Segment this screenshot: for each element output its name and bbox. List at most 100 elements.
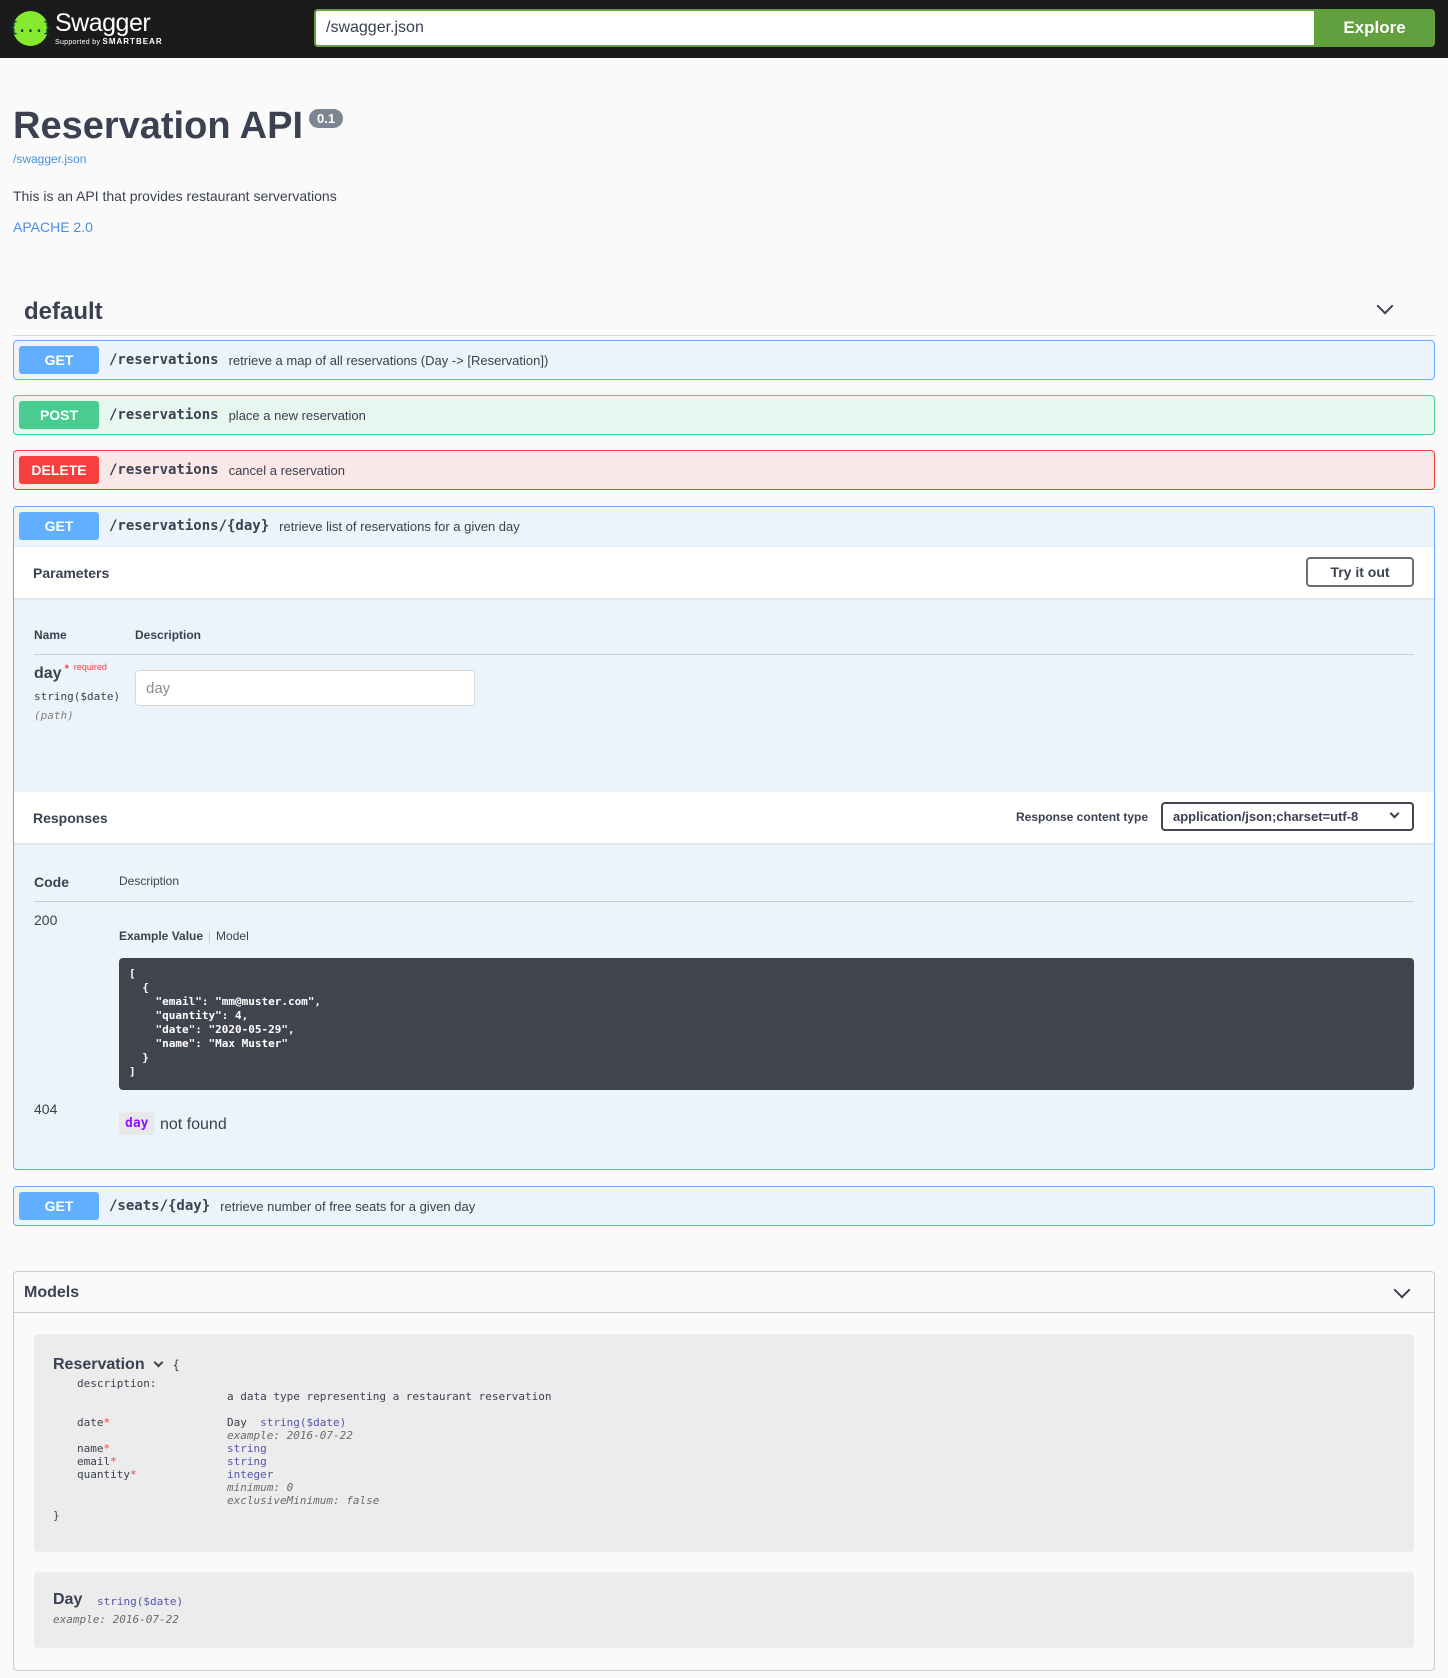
model-field-name: name* (77, 1442, 110, 1455)
api-description: This is an API that provides restaurant … (13, 188, 337, 204)
op-path: /reservations (109, 462, 219, 478)
example-value-tab[interactable]: Example Value (119, 929, 203, 943)
model-field-date-type: Day string($date) (227, 1416, 346, 1429)
responses-header: Responses Response content type applicat… (14, 792, 1434, 843)
api-title-row: Reservation API 0.1 (13, 105, 344, 148)
logo-sub-brand: SMARTBEAR (102, 36, 163, 46)
col-description: Description (135, 628, 202, 642)
tag-default-header[interactable]: default (13, 286, 1435, 336)
model-name: Reservation (53, 1356, 145, 1373)
model-tab[interactable]: Model (216, 929, 249, 943)
response-code-404: 404 (34, 1101, 58, 1117)
model-reservation-title[interactable]: Reservation { (53, 1356, 180, 1374)
model-field-email-type: string (227, 1455, 267, 1468)
spec-url-input[interactable]: /swagger.json (314, 9, 1314, 47)
op-summary[interactable]: POST /reservations place a new reservati… (14, 396, 1434, 434)
op-summary[interactable]: GET /reservations retrieve a map of all … (14, 341, 1434, 379)
model-field-quantity: quantity* (77, 1468, 137, 1481)
field-key: email (77, 1455, 111, 1468)
content-type-select[interactable]: application/json;charset=utf-8 (1161, 802, 1414, 831)
model-field-quantity-min: minimum: 0 (227, 1481, 294, 1494)
required-star: * (103, 1416, 111, 1429)
method-badge: GET (19, 1192, 99, 1220)
chevron-down-icon (1389, 808, 1400, 819)
op-path: /seats/{day} (109, 1198, 211, 1214)
logo-sub: Supported by SMARTBEAR (55, 36, 163, 46)
model-field-date-example: example: 2016-07-22 (227, 1429, 353, 1442)
models-title: Models (24, 1284, 80, 1301)
example-model-tabs: Example Value Model (119, 929, 249, 943)
model-field-date: date* (77, 1416, 110, 1429)
tab-separator (209, 930, 211, 943)
required-star: * (103, 1442, 111, 1455)
required-star: * (129, 1468, 137, 1481)
model-description-value: a data type representing a restaurant re… (227, 1390, 552, 1403)
col-name: Name (34, 628, 67, 642)
chevron-down-icon[interactable] (153, 1357, 164, 1368)
brace-open: { (172, 1358, 180, 1372)
api-title: Reservation API (13, 105, 304, 147)
operation-get-reservations[interactable]: GET /reservations retrieve a map of all … (13, 340, 1435, 380)
parameters-title: Parameters (33, 565, 110, 581)
field-key: date (77, 1416, 104, 1429)
brace-close: } (53, 1509, 60, 1522)
version-badge: 0.1 (309, 109, 344, 128)
op-path: /reservations (109, 407, 219, 423)
chevron-down-icon[interactable] (1376, 297, 1394, 315)
logo-text: Swagger Supported by SMARTBEAR (55, 8, 163, 46)
operation-delete-reservations[interactable]: DELETE /reservations cancel a reservatio… (13, 450, 1435, 490)
op-summary[interactable]: DELETE /reservations cancel a reservatio… (14, 451, 1434, 489)
parameters-header: Parameters Try it out (14, 547, 1434, 598)
op-summary[interactable]: GET /seats/{day} retrieve number of free… (14, 1187, 1434, 1225)
col-resp-description: Description (119, 874, 180, 888)
param-name-text: day (34, 665, 62, 682)
op-summary[interactable]: GET /reservations/{day} retrieve list of… (14, 507, 1434, 545)
model-description-key: description: (77, 1377, 157, 1390)
model-day: Day string($date) example: 2016-07-22 (34, 1572, 1414, 1648)
content-type-label: Response content type (1016, 810, 1149, 824)
model-field-email: email* (77, 1455, 117, 1468)
model-day-type: string($date) (97, 1595, 184, 1608)
logo-sub-prefix: Supported by (55, 38, 101, 46)
spec-url-link[interactable]: /swagger.json (13, 152, 86, 166)
swagger-logo-icon: {...} (9, 10, 52, 46)
license-link[interactable]: APACHE 2.0 (13, 219, 93, 235)
chevron-down-icon[interactable] (1393, 1281, 1411, 1299)
divider (34, 654, 1414, 655)
try-it-out-button[interactable]: Try it out (1306, 557, 1414, 587)
type-prefix: Day (227, 1416, 247, 1429)
param-type: string($date) (34, 690, 121, 703)
method-badge: GET (19, 512, 99, 540)
required-label: required (73, 662, 107, 672)
models-section: Models Reservation { description: a data… (13, 1271, 1435, 1671)
content-type-value: application/json;charset=utf-8 (1173, 809, 1359, 824)
model-field-name-type: string (227, 1442, 267, 1455)
operation-get-reservations-day: GET /reservations/{day} retrieve list of… (13, 506, 1435, 1170)
field-key: quantity (77, 1468, 130, 1481)
op-description: cancel a reservation (228, 462, 345, 478)
model-field-quantity-excl: exclusiveMinimum: false (227, 1494, 380, 1507)
response-code-200: 200 (34, 912, 58, 928)
logo-name: Swagger (55, 8, 151, 37)
explore-button[interactable]: Explore (1314, 9, 1435, 47)
op-description: retrieve number of free seats for a give… (220, 1198, 476, 1214)
op-description: retrieve a map of all reservations (Day … (228, 352, 549, 368)
field-type: string($date) (260, 1416, 347, 1429)
response-404-text: not found (160, 1116, 227, 1133)
day-param-input[interactable] (135, 670, 475, 706)
param-name: day * required (34, 662, 107, 683)
op-path: /reservations/{day} (109, 518, 270, 534)
model-reservation: Reservation { description: a data type r… (34, 1334, 1414, 1552)
field-key: name (77, 1442, 104, 1455)
model-day-title[interactable]: Day (53, 1591, 82, 1609)
required-star: * (110, 1455, 117, 1468)
op-description: place a new reservation (228, 407, 366, 423)
op-path: /reservations (109, 352, 219, 368)
operation-post-reservations[interactable]: POST /reservations place a new reservati… (13, 395, 1435, 435)
method-badge: POST (19, 401, 99, 429)
swagger-logo[interactable]: {...} Swagger Supported by SMARTBEAR (9, 8, 163, 48)
models-header[interactable]: Models (14, 1272, 1434, 1313)
example-value-code: [ { "email": "mm@muster.com", "quantity"… (119, 958, 1414, 1090)
topbar: {...} Swagger Supported by SMARTBEAR /sw… (0, 0, 1448, 58)
operation-get-seats-day[interactable]: GET /seats/{day} retrieve number of free… (13, 1186, 1435, 1226)
